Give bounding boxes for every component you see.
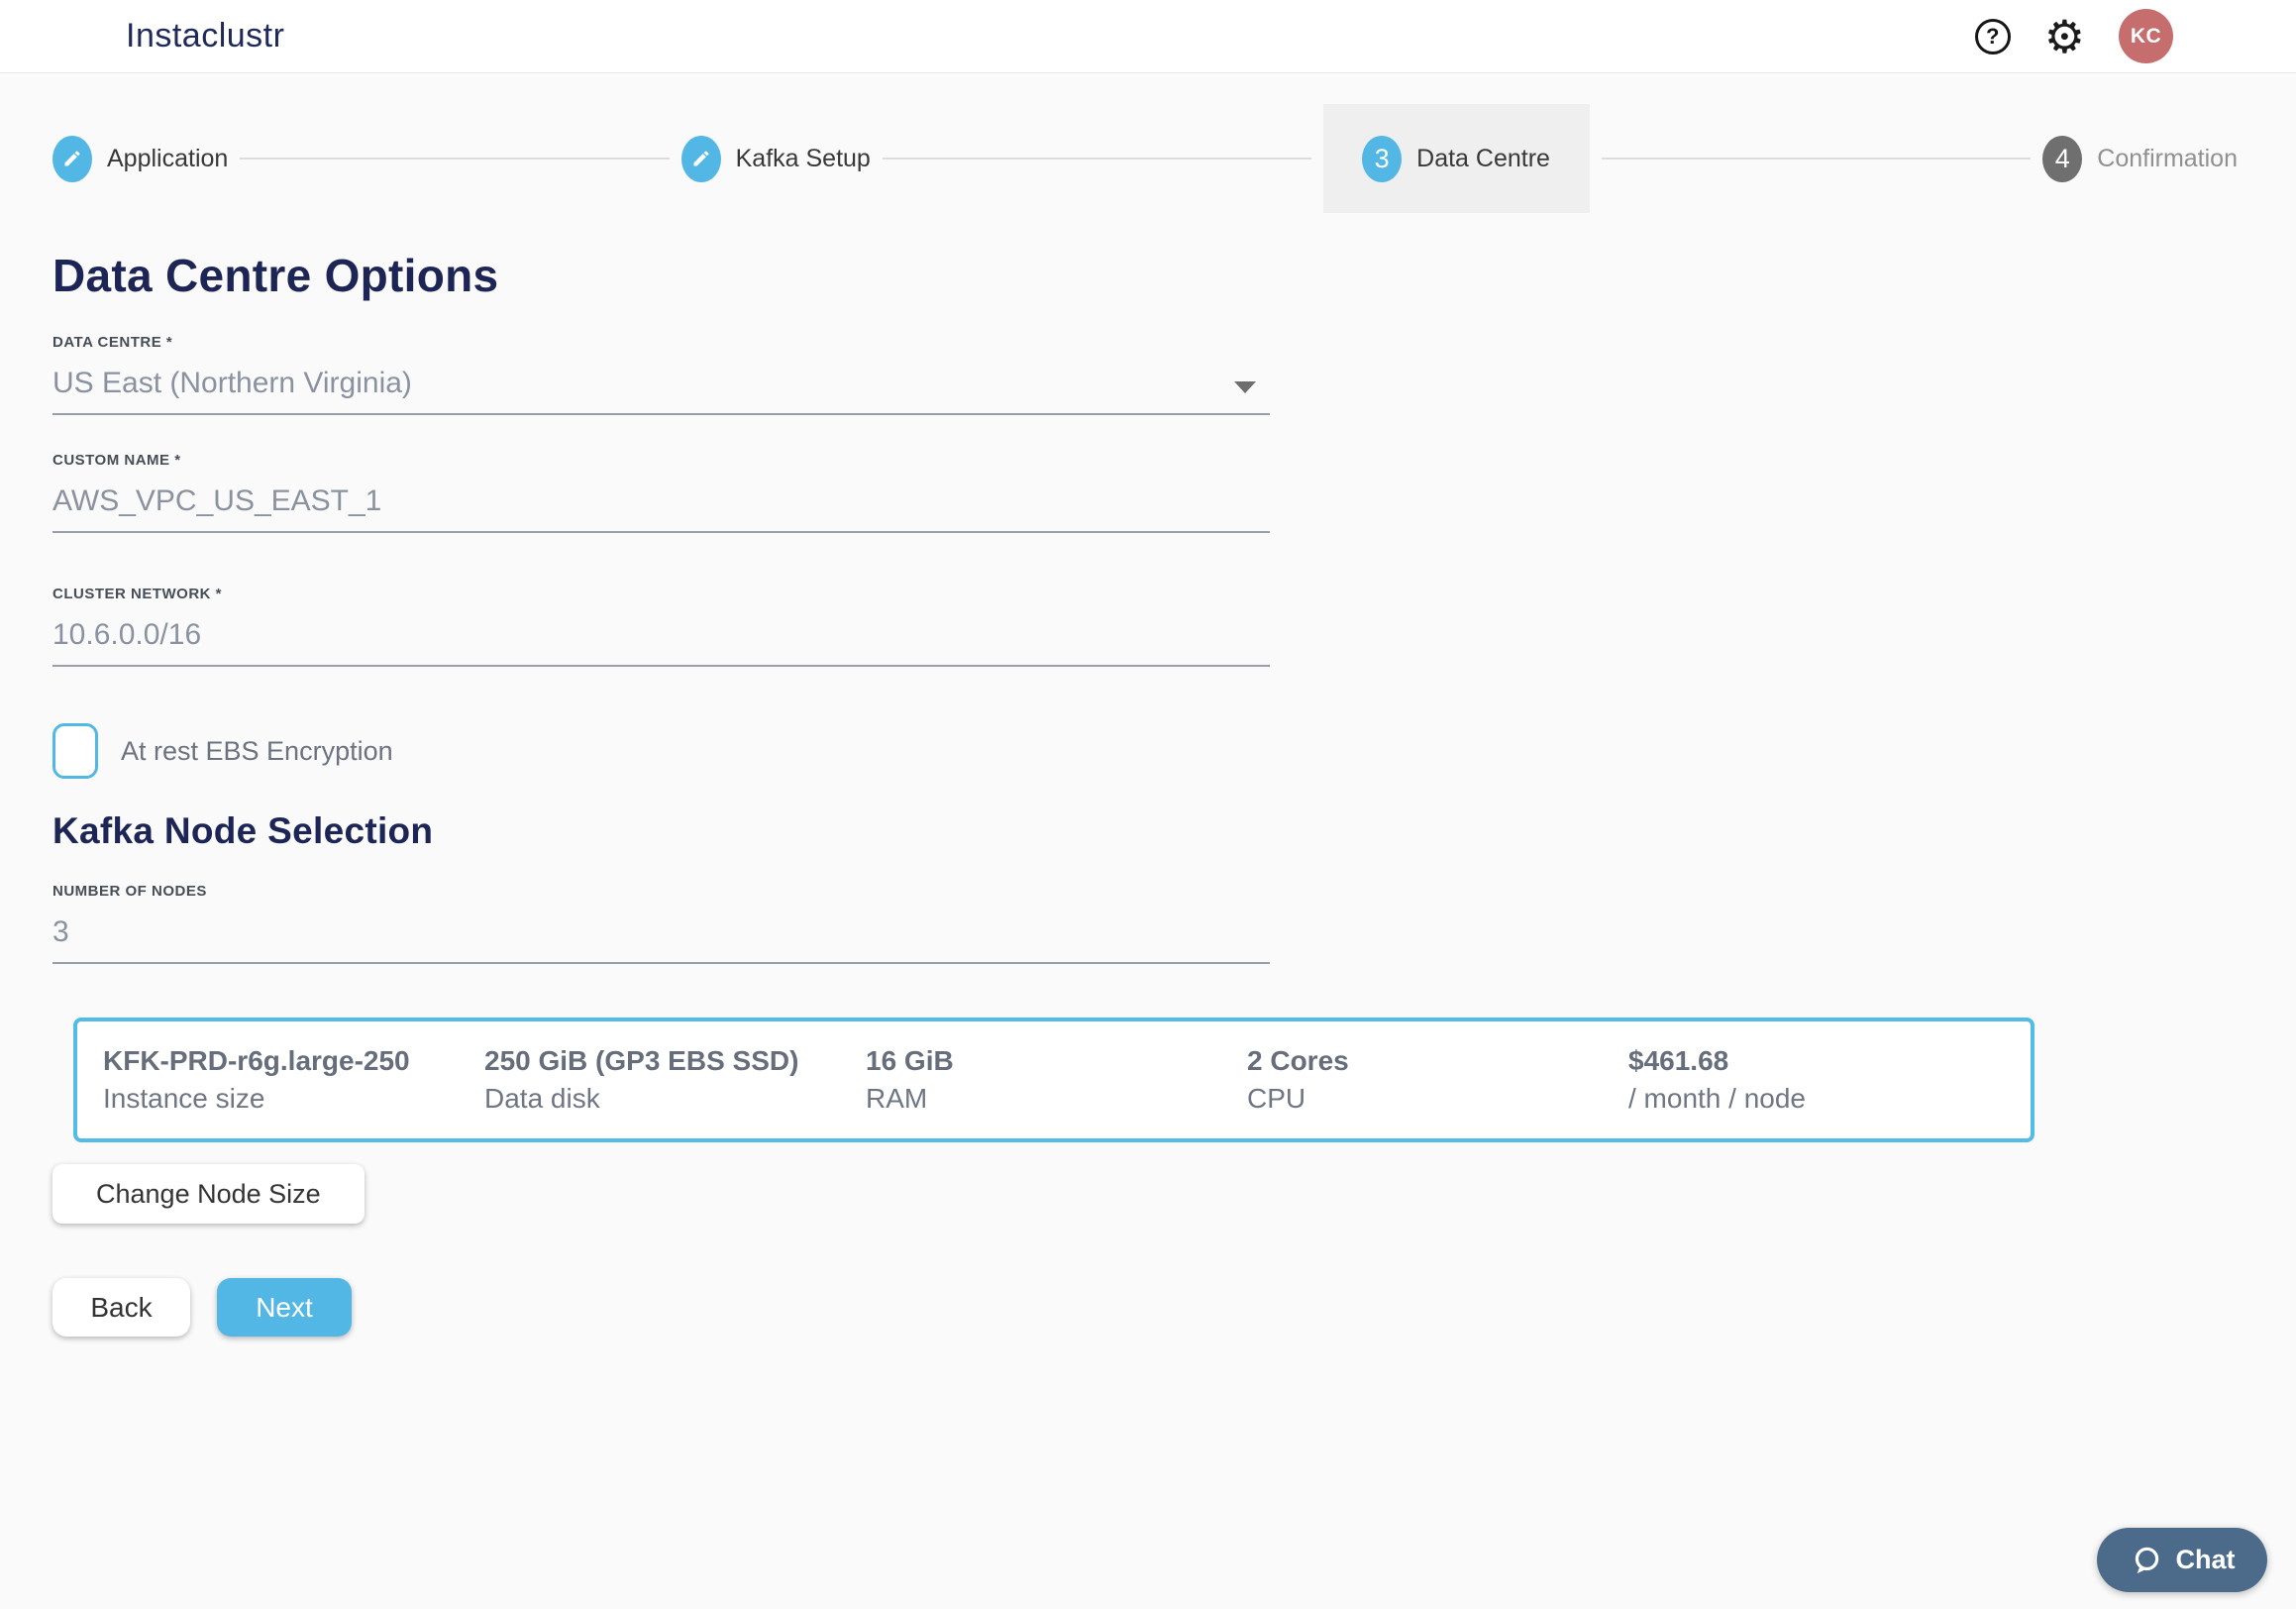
price-caption: / month / node bbox=[1628, 1083, 2010, 1115]
chevron-down-icon[interactable] bbox=[1234, 381, 1256, 393]
node-card-column: 2 Cores CPU bbox=[1247, 1045, 1628, 1115]
top-bar: Instaclustr ? ⚙ KC bbox=[0, 0, 2296, 73]
selected-node-size-card[interactable]: KFK-PRD-r6g.large-250 Instance size 250 … bbox=[73, 1018, 2035, 1142]
back-button[interactable]: Back bbox=[52, 1278, 190, 1337]
number-of-nodes-field: NUMBER OF NODES 3 bbox=[52, 883, 1270, 964]
step-application[interactable]: Application bbox=[52, 136, 228, 182]
price-value: $461.68 bbox=[1628, 1045, 2010, 1077]
instance-size-caption: Instance size bbox=[103, 1083, 484, 1115]
help-icon[interactable]: ? bbox=[1975, 19, 2011, 54]
node-card-column: 16 GiB RAM bbox=[866, 1045, 1247, 1115]
pencil-icon bbox=[52, 136, 92, 182]
step-kafka-setup[interactable]: Kafka Setup bbox=[681, 136, 871, 182]
custom-name-input[interactable]: AWS_VPC_US_EAST_1 bbox=[52, 484, 1270, 533]
custom-name-field: CUSTOM NAME * AWS_VPC_US_EAST_1 bbox=[52, 452, 1270, 533]
data-disk-caption: Data disk bbox=[484, 1083, 866, 1115]
node-card-column: $461.68 / month / node bbox=[1628, 1045, 2010, 1115]
gear-icon[interactable]: ⚙ bbox=[2044, 14, 2085, 59]
next-button[interactable]: Next bbox=[217, 1278, 352, 1337]
ebs-encryption-checkbox[interactable] bbox=[52, 723, 98, 779]
cpu-caption: CPU bbox=[1247, 1083, 1628, 1115]
cpu-value: 2 Cores bbox=[1247, 1045, 1628, 1077]
step-data-centre[interactable]: 3 Data Centre bbox=[1323, 104, 1590, 213]
number-of-nodes-label: NUMBER OF NODES bbox=[52, 883, 1270, 900]
stepper-connector bbox=[883, 158, 1311, 160]
step-confirmation[interactable]: 4 Confirmation bbox=[2042, 136, 2238, 182]
page-title: Data Centre Options bbox=[52, 249, 2296, 302]
chat-launcher-button[interactable]: Chat bbox=[2097, 1528, 2267, 1592]
topbar-icons: ? ⚙ KC bbox=[1975, 9, 2173, 63]
custom-name-label: CUSTOM NAME * bbox=[52, 452, 1270, 469]
cluster-network-label: CLUSTER NETWORK * bbox=[52, 586, 1270, 602]
node-card-column: 250 GiB (GP3 EBS SSD) Data disk bbox=[484, 1045, 866, 1115]
data-centre-select[interactable]: US East (Northern Virginia) bbox=[52, 367, 1270, 415]
ram-caption: RAM bbox=[866, 1083, 1247, 1115]
node-card-column: KFK-PRD-r6g.large-250 Instance size bbox=[103, 1045, 484, 1115]
step-number-icon: 4 bbox=[2042, 136, 2082, 182]
wizard-actions: Back Next bbox=[52, 1278, 2296, 1337]
step-number-icon: 3 bbox=[1362, 136, 1402, 182]
speech-bubble-icon bbox=[2130, 1544, 2163, 1577]
ebs-encryption-label: At rest EBS Encryption bbox=[121, 736, 393, 767]
data-disk-value: 250 GiB (GP3 EBS SSD) bbox=[484, 1045, 866, 1077]
data-centre-label: DATA CENTRE * bbox=[52, 334, 1270, 351]
instaclustr-logo: Instaclustr bbox=[126, 17, 284, 55]
ebs-encryption-row: At rest EBS Encryption bbox=[52, 723, 2296, 779]
number-of-nodes-input[interactable]: 3 bbox=[52, 915, 1270, 964]
stepper-connector bbox=[240, 158, 669, 160]
chat-label: Chat bbox=[2176, 1545, 2236, 1575]
step-label: Confirmation bbox=[2097, 145, 2238, 173]
pencil-icon bbox=[681, 136, 721, 182]
stepper-connector bbox=[1602, 158, 2031, 160]
data-centre-field: DATA CENTRE * US East (Northern Virginia… bbox=[52, 334, 1270, 415]
wizard-stepper: Application Kafka Setup 3 Data Centre 4 … bbox=[52, 104, 2238, 213]
step-label: Kafka Setup bbox=[736, 145, 871, 173]
avatar[interactable]: KC bbox=[2119, 9, 2173, 63]
main-content: Data Centre Options DATA CENTRE * US Eas… bbox=[0, 249, 2296, 1337]
change-node-size-button[interactable]: Change Node Size bbox=[52, 1164, 365, 1224]
cluster-network-field: CLUSTER NETWORK * 10.6.0.0/16 bbox=[52, 586, 1270, 667]
ram-value: 16 GiB bbox=[866, 1045, 1247, 1077]
step-label: Data Centre bbox=[1416, 145, 1550, 173]
step-label: Application bbox=[107, 145, 228, 173]
cluster-network-input[interactable]: 10.6.0.0/16 bbox=[52, 618, 1270, 667]
instance-size-value: KFK-PRD-r6g.large-250 bbox=[103, 1045, 484, 1077]
kafka-node-selection-title: Kafka Node Selection bbox=[52, 810, 2296, 852]
